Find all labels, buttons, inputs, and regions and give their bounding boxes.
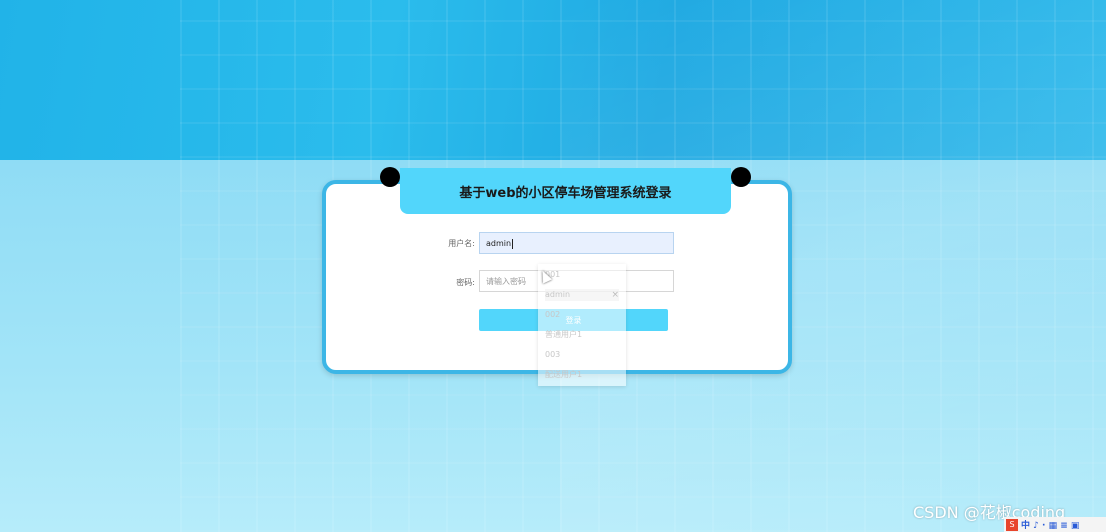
autocomplete-item[interactable]: 001 [545,269,619,281]
autocomplete-dropdown: 001 admin × 002 普通用户1 003 配送用户1 [538,264,626,386]
card-decoration-left [380,167,400,187]
username-input[interactable]: admin [479,232,674,254]
password-label: 密码: [456,278,475,287]
card-decoration-right [731,167,751,187]
autocomplete-item[interactable]: 002 [545,309,619,321]
autocomplete-item[interactable]: admin × [545,289,619,301]
ime-toolbar: S 中 ♪ · ▦ ≡ ▣ [1004,517,1106,532]
autocomplete-item-label: admin [545,290,571,299]
autocomplete-item[interactable]: 配送用户1 [545,369,619,381]
autocomplete-item[interactable]: 普通用户1 [545,329,619,341]
username-value: admin [486,239,512,248]
close-icon[interactable]: × [611,289,619,301]
autocomplete-item[interactable]: 003 [545,349,619,361]
sogou-icon[interactable]: S [1006,518,1018,531]
text-caret [512,238,514,249]
ime-toolbar-items[interactable]: 中 ♪ · ▦ ≡ ▣ [1021,518,1079,531]
page-title: 基于web的小区停车场管理系统登录 [400,168,731,214]
username-label: 用户名: [448,239,475,248]
